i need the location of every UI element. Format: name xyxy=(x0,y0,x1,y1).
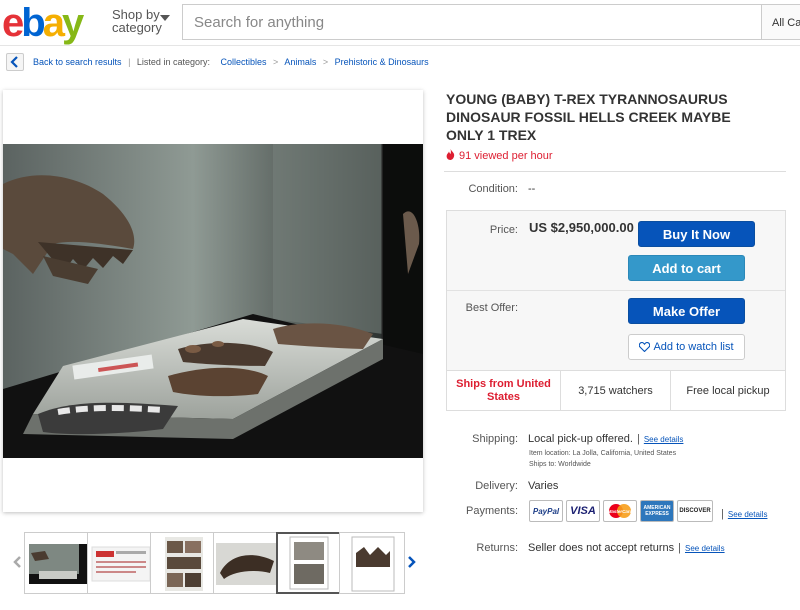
thumbnail-2[interactable] xyxy=(87,532,153,594)
shipping-see-details-link[interactable]: See details xyxy=(644,435,684,444)
visa-logo: VISA xyxy=(566,500,600,522)
free-local-pickup: Free local pickup xyxy=(686,385,770,397)
price-label: Price: xyxy=(489,224,518,236)
discover-logo: DISCOVER xyxy=(677,500,713,522)
logo-letter-a: a xyxy=(42,1,65,45)
listing-stats-row: Ships from United States 3,715 watchers … xyxy=(447,370,785,411)
divider xyxy=(444,171,786,172)
chevron-right-icon[interactable] xyxy=(406,556,416,568)
condition-value: -- xyxy=(528,183,536,195)
breadcrumb-collectibles[interactable]: Collectibles xyxy=(212,57,266,67)
returns-value: Seller does not accept returns xyxy=(528,542,675,554)
returns-row: Seller does not accept returns | See detai… xyxy=(528,542,725,554)
thumbnail-image xyxy=(165,537,203,591)
shipping-row: Local pick-up offered. | See details xyxy=(528,433,683,445)
add-to-cart-button[interactable]: Add to cart xyxy=(628,255,745,281)
thumbnail-image xyxy=(91,546,151,582)
returns-label: Returns: xyxy=(476,542,518,554)
thumbnail-image xyxy=(29,544,87,584)
thumbnail-3[interactable] xyxy=(150,532,216,594)
buy-it-now-button[interactable]: Buy It Now xyxy=(638,221,755,247)
ships-from-badge: Ships from United States xyxy=(447,371,561,411)
category-select[interactable]: All Categories xyxy=(762,4,800,40)
back-arrow-icon xyxy=(10,56,18,68)
thumbnail-image xyxy=(289,536,329,590)
delivery-value: Varies xyxy=(528,480,559,492)
views-per-hour: 91 viewed per hour xyxy=(446,149,553,162)
ebay-logo[interactable]: ebay xyxy=(2,1,84,45)
shipping-label: Shipping: xyxy=(472,433,518,445)
thumbnail-image xyxy=(216,543,278,585)
category-label: category xyxy=(112,20,162,35)
make-offer-button[interactable]: Make Offer xyxy=(628,298,745,324)
thumbnail-1[interactable] xyxy=(24,532,90,594)
back-to-search-link[interactable]: Back to search results xyxy=(33,57,122,67)
thumbnail-5[interactable] xyxy=(276,532,342,594)
add-to-watch-list-button[interactable]: Add to watch list xyxy=(628,334,745,360)
flame-icon xyxy=(446,149,455,160)
shop-by-category-button[interactable]: Shop by category xyxy=(112,8,162,34)
breadcrumb-prehistoric[interactable]: Prehistoric & Dinosaurs xyxy=(335,57,429,67)
item-location: Item location: La Jolla, California, Uni… xyxy=(529,450,677,457)
trex-exhibit-image xyxy=(3,144,423,458)
caret-down-icon[interactable] xyxy=(160,15,170,21)
amex-logo: AMERICAN EXPRESS xyxy=(640,500,674,522)
shipping-value: Local pick-up offered. xyxy=(528,433,633,445)
mastercard-logo: MasterCard xyxy=(603,500,637,522)
shipping-detail: Item location: La Jolla, California, Uni… xyxy=(529,448,676,470)
main-photo[interactable] xyxy=(3,144,423,458)
listing-title: YOUNG (BABY) T-REX TYRANNOSAURUS DINOSAU… xyxy=(446,91,731,143)
divider: | xyxy=(678,542,681,554)
divider: | xyxy=(636,433,640,445)
main-image-frame[interactable] xyxy=(3,90,423,512)
divider: | xyxy=(721,508,724,520)
heart-icon xyxy=(639,341,651,353)
payments-see-details-link[interactable]: See details xyxy=(728,510,768,519)
breadcrumb-animals[interactable]: Animals xyxy=(284,57,316,67)
breadcrumb: Back to search results | Listed in categ… xyxy=(33,57,429,67)
breadcrumb-separator: > xyxy=(273,57,279,67)
search-input[interactable]: Search for anything xyxy=(182,4,762,40)
breadcrumb-separator: > xyxy=(322,57,329,67)
thumbnail-4[interactable] xyxy=(213,532,279,594)
delivery-label: Delivery: xyxy=(475,480,518,492)
watchers-count: 3,715 watchers xyxy=(561,371,671,411)
thumbnail-6[interactable] xyxy=(339,532,405,594)
back-button[interactable] xyxy=(6,53,24,71)
breadcrumb-divider: | xyxy=(128,57,131,67)
condition-label: Condition: xyxy=(468,183,518,195)
chevron-left-icon[interactable] xyxy=(13,556,23,568)
payments-see-details: | See details xyxy=(717,508,767,520)
logo-letter-e: e xyxy=(2,1,24,45)
paypal-logo: PayPal xyxy=(529,500,563,522)
watch-list-label: Add to watch list xyxy=(653,341,734,353)
mastercard-icon: MasterCard xyxy=(608,504,633,518)
views-text: 91 viewed per hour xyxy=(459,150,553,162)
listed-in-label: Listed in category: xyxy=(136,57,210,67)
logo-letter-y: y xyxy=(61,1,84,45)
returns-see-details-link[interactable]: See details xyxy=(685,544,725,553)
thumbnail-image xyxy=(351,536,395,592)
price-box-divider xyxy=(447,290,785,291)
mastercard-text: MasterCard xyxy=(608,509,633,514)
best-offer-label: Best Offer: xyxy=(465,302,518,314)
header: ebay Shop by category Search for anythin… xyxy=(0,0,800,46)
ships-to: Ships to: Worldwide xyxy=(529,461,591,468)
price-value: US $2,950,000.00 xyxy=(529,220,634,235)
payments-label: Payments: xyxy=(466,505,518,517)
logo-letter-b: b xyxy=(21,1,46,45)
